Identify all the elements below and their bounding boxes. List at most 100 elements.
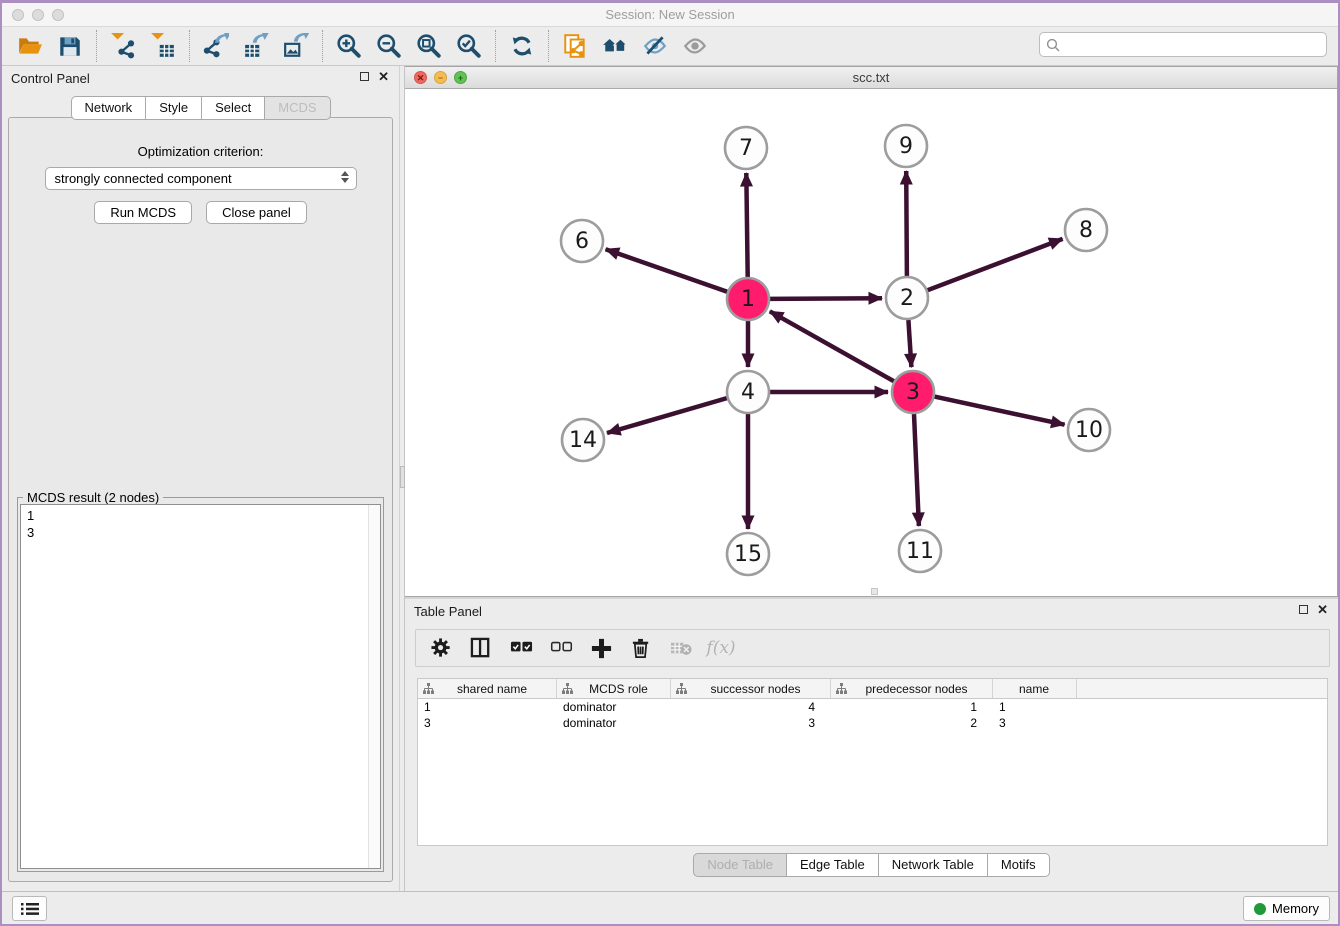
split-view-button[interactable]	[466, 633, 496, 663]
table-cell[interactable]: 3	[418, 715, 557, 731]
deselect-all-checkboxes-icon	[550, 637, 573, 660]
deselect-all-checkboxes-button[interactable]	[546, 633, 576, 663]
tab-network-table[interactable]: Network Table	[879, 853, 988, 877]
svg-text:2: 2	[900, 286, 914, 311]
table-row[interactable]: 3dominator323	[418, 715, 1327, 731]
zoom-fit-button[interactable]	[409, 29, 449, 63]
zoom-in-button[interactable]	[329, 29, 369, 63]
clone-network-button[interactable]	[555, 29, 595, 63]
network-canvas[interactable]: 7 9 6 8 1 2 4 3 14 10 15 11	[405, 89, 1337, 596]
tab-node-table[interactable]: Node Table	[693, 853, 787, 877]
edge-1-7[interactable]	[746, 173, 747, 277]
float-table-panel-icon[interactable]	[1299, 605, 1308, 614]
graph-node-1[interactable]: 1	[727, 278, 769, 320]
tab-select[interactable]: Select	[202, 96, 265, 120]
edge-1-2[interactable]	[770, 298, 882, 299]
zoom-out-button[interactable]	[369, 29, 409, 63]
refresh-layout-button[interactable]	[502, 29, 542, 63]
column-type-icon	[423, 683, 434, 694]
search-input[interactable]	[1060, 38, 1326, 52]
graph-node-6[interactable]: 6	[561, 220, 603, 262]
zoom-selected-button[interactable]	[449, 29, 489, 63]
graph-node-7[interactable]: 7	[725, 127, 767, 169]
show-all-icon	[682, 33, 708, 59]
show-all-button[interactable]	[675, 29, 715, 63]
edge-3-1[interactable]	[770, 311, 894, 381]
tab-style[interactable]: Style	[146, 96, 202, 120]
search-icon	[1046, 38, 1060, 52]
edge-1-6[interactable]	[606, 249, 728, 292]
status-bar: Memory	[2, 891, 1338, 924]
tab-motifs[interactable]: Motifs	[988, 853, 1050, 877]
tab-network[interactable]: Network	[71, 96, 147, 120]
close-table-panel-icon[interactable]: ✕	[1317, 604, 1328, 615]
tab-mcds[interactable]: MCDS	[265, 96, 330, 120]
column-header-predecessor-nodes[interactable]: predecessor nodes	[831, 679, 993, 698]
edge-2-3[interactable]	[908, 320, 911, 367]
tab-edge-table[interactable]: Edge Table	[787, 853, 879, 877]
export-image-icon	[283, 33, 309, 59]
table-cell[interactable]: 3	[993, 715, 1077, 731]
edge-4-14[interactable]	[607, 398, 727, 433]
memory-button[interactable]: Memory	[1243, 896, 1330, 921]
import-table-button[interactable]	[143, 29, 183, 63]
toolbar-separator	[495, 30, 496, 62]
graph-node-9[interactable]: 9	[885, 125, 927, 167]
import-network-icon	[110, 33, 136, 59]
gear-button[interactable]	[426, 633, 456, 663]
graph-node-14[interactable]: 14	[562, 419, 604, 461]
save-session-button[interactable]	[50, 29, 90, 63]
float-panel-icon[interactable]	[360, 72, 369, 81]
column-header-successor-nodes[interactable]: successor nodes	[671, 679, 831, 698]
toolbar-separator	[548, 30, 549, 62]
table-cell[interactable]: 1	[993, 699, 1077, 715]
table-cell[interactable]: dominator	[557, 699, 671, 715]
open-folder-button[interactable]	[10, 29, 50, 63]
export-table-icon	[243, 33, 269, 59]
edge-2-8[interactable]	[928, 239, 1063, 290]
close-panel-button[interactable]: Close panel	[206, 201, 307, 224]
column-header-MCDS-role[interactable]: MCDS role	[557, 679, 671, 698]
close-panel-icon[interactable]: ✕	[378, 71, 389, 82]
column-header-name[interactable]: name	[993, 679, 1077, 698]
edge-3-10[interactable]	[935, 397, 1065, 425]
graph-node-15[interactable]: 15	[727, 533, 769, 575]
mcds-result-text[interactable]: 1 3	[20, 504, 381, 869]
export-table-button[interactable]	[236, 29, 276, 63]
graph-node-3[interactable]: 3	[892, 371, 934, 413]
svg-text:3: 3	[906, 380, 920, 405]
table-cell[interactable]: 2	[831, 715, 993, 731]
table-row[interactable]: 1dominator411	[418, 699, 1327, 715]
optimization-criterion-select[interactable]: strongly connected component	[45, 167, 357, 190]
graph-node-10[interactable]: 10	[1068, 409, 1110, 451]
add-column-button[interactable]	[586, 633, 616, 663]
first-neighbors-button[interactable]	[595, 29, 635, 63]
delete-column-button[interactable]	[626, 633, 656, 663]
run-mcds-button[interactable]: Run MCDS	[94, 201, 192, 224]
table-cell[interactable]: 3	[671, 715, 831, 731]
table-cell[interactable]: dominator	[557, 715, 671, 731]
mcds-result-scrollbar[interactable]	[368, 505, 380, 868]
task-history-button[interactable]	[12, 896, 47, 921]
canvas-resize-grip[interactable]	[871, 588, 878, 595]
hide-selected-button[interactable]	[635, 29, 675, 63]
table-cell[interactable]: 4	[671, 699, 831, 715]
select-all-checkboxes-button[interactable]	[506, 633, 536, 663]
mcds-result-group: MCDS result (2 nodes) 1 3	[17, 497, 384, 872]
graph-node-4[interactable]: 4	[727, 371, 769, 413]
graph-node-8[interactable]: 8	[1065, 209, 1107, 251]
export-network-icon	[203, 33, 229, 59]
function-builder-icon: f(x)	[706, 638, 735, 658]
table-cell[interactable]: 1	[418, 699, 557, 715]
edge-2-9[interactable]	[906, 171, 907, 276]
column-header-shared-name[interactable]: shared name	[418, 679, 557, 698]
search-box[interactable]	[1039, 32, 1327, 57]
graph-node-2[interactable]: 2	[886, 277, 928, 319]
optimization-criterion-label: Optimization criterion:	[9, 144, 392, 159]
import-network-button[interactable]	[103, 29, 143, 63]
table-cell[interactable]: 1	[831, 699, 993, 715]
graph-node-11[interactable]: 11	[899, 530, 941, 572]
export-network-button[interactable]	[196, 29, 236, 63]
export-image-button[interactable]	[276, 29, 316, 63]
edge-3-11[interactable]	[914, 414, 919, 526]
